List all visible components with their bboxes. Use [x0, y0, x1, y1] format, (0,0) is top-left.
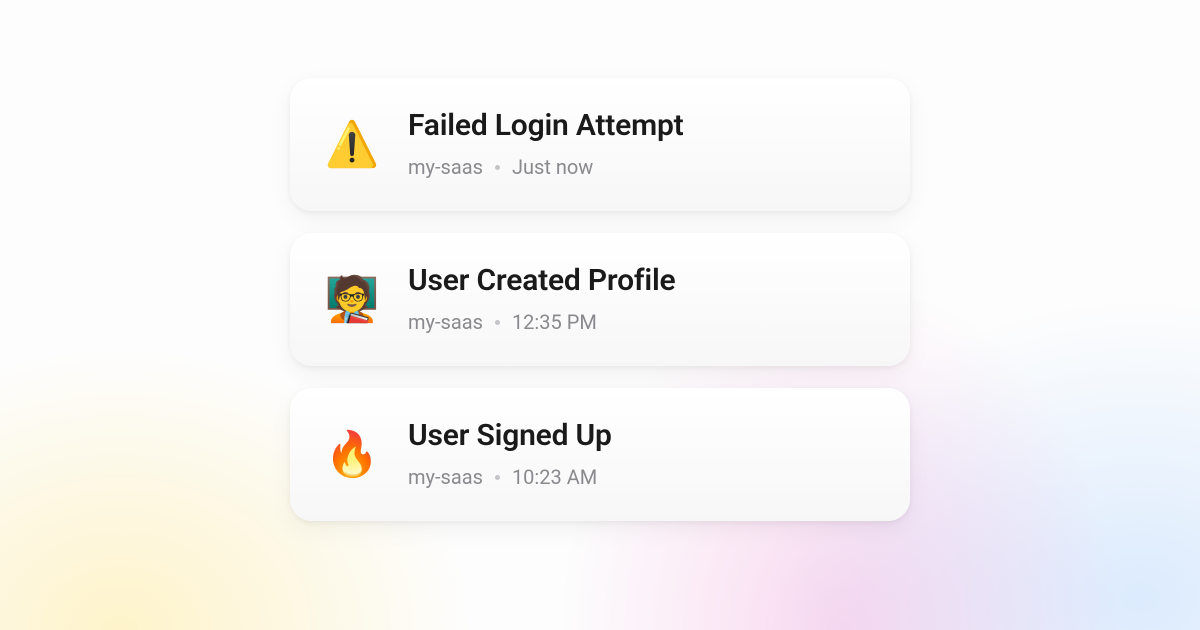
event-feed: ⚠️ Failed Login Attempt my-saas Just now… — [290, 78, 910, 630]
event-card[interactable]: 🧑‍🏫 User Created Profile my-saas 12:35 P… — [290, 233, 910, 366]
teacher-icon: 🧑‍🏫 — [324, 271, 380, 327]
meta-separator-icon — [495, 320, 500, 325]
event-source: my-saas — [408, 155, 483, 179]
event-body: User Signed Up my-saas 10:23 AM — [408, 418, 876, 489]
event-card[interactable]: ⚠️ Failed Login Attempt my-saas Just now — [290, 78, 910, 211]
event-meta: my-saas 10:23 AM — [408, 465, 876, 489]
event-title: Failed Login Attempt — [408, 108, 876, 143]
meta-separator-icon — [495, 475, 500, 480]
event-time: Just now — [512, 155, 593, 179]
event-source: my-saas — [408, 310, 483, 334]
event-title: User Signed Up — [408, 418, 876, 453]
event-meta: my-saas 12:35 PM — [408, 310, 876, 334]
event-source: my-saas — [408, 465, 483, 489]
event-body: Failed Login Attempt my-saas Just now — [408, 108, 876, 179]
event-time: 12:35 PM — [512, 310, 597, 334]
event-body: User Created Profile my-saas 12:35 PM — [408, 263, 876, 334]
event-card[interactable]: 🔥 User Signed Up my-saas 10:23 AM — [290, 388, 910, 521]
meta-separator-icon — [495, 165, 500, 170]
fire-icon: 🔥 — [324, 426, 380, 482]
event-time: 10:23 AM — [512, 465, 597, 489]
warning-icon: ⚠️ — [324, 116, 380, 172]
event-meta: my-saas Just now — [408, 155, 876, 179]
event-title: User Created Profile — [408, 263, 876, 298]
